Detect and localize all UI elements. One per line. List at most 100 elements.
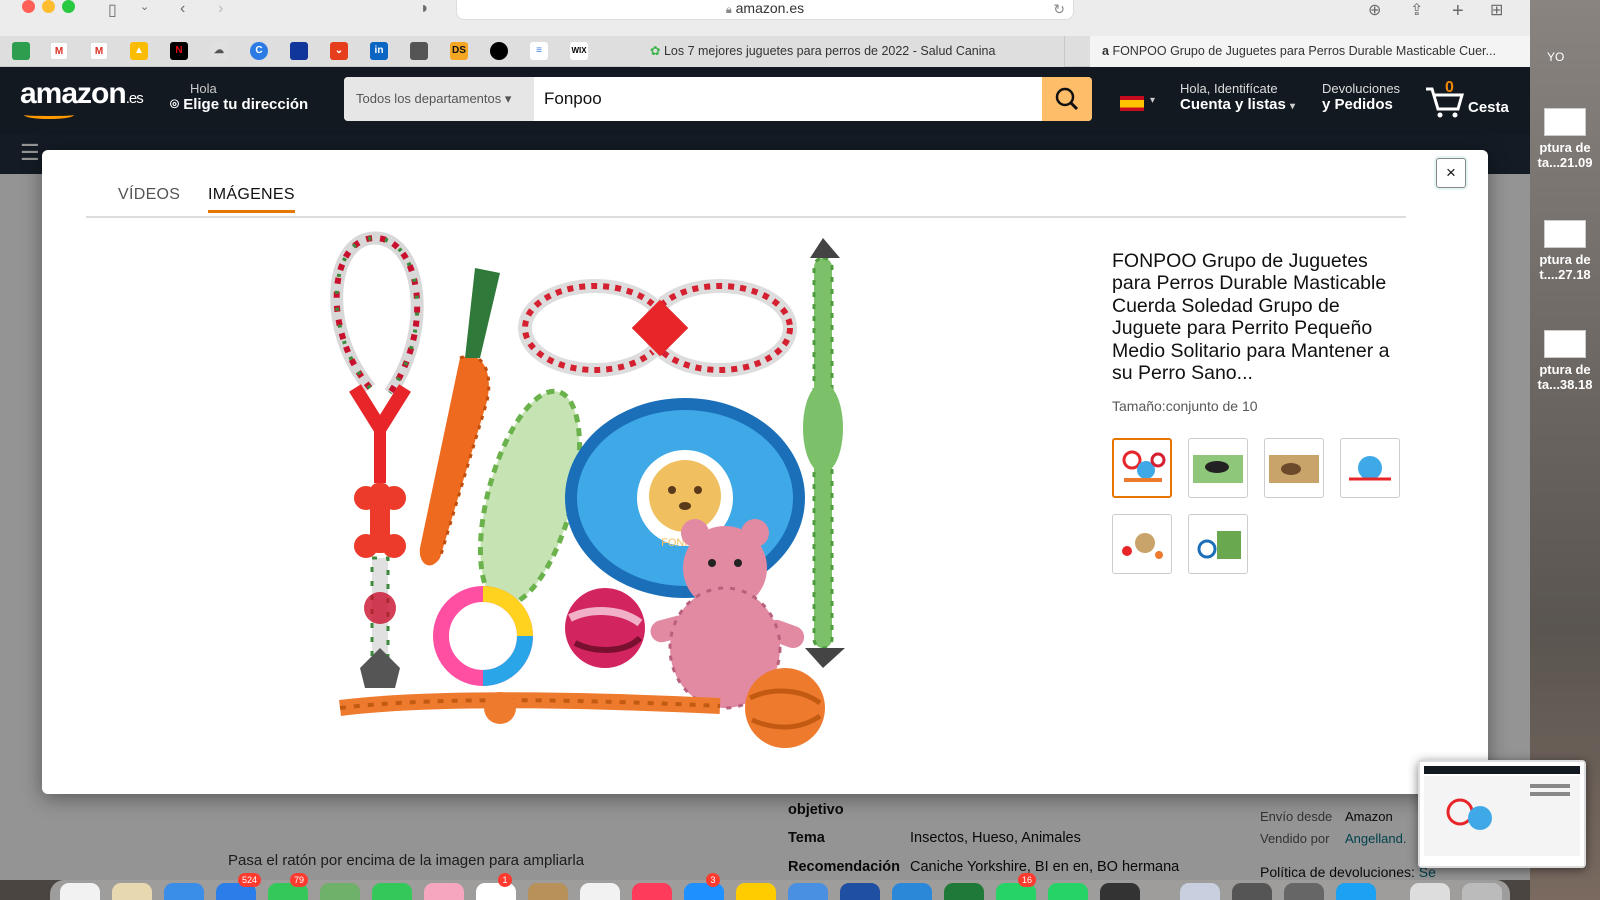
whatsapp-icon[interactable]: 16 — [996, 873, 1037, 900]
tab-salud-canina[interactable]: ✿ Los 7 mejores juguetes para perros de … — [640, 36, 1065, 67]
calendar-icon[interactable]: 1 — [476, 873, 516, 900]
amazon-favicon-icon: a — [1102, 44, 1109, 58]
bookmark-lines-icon[interactable]: ≡ — [530, 42, 548, 60]
address-label: Elige tu dirección — [183, 96, 309, 113]
location-pin-icon: ⌾ — [170, 96, 180, 113]
music-icon[interactable] — [632, 883, 672, 900]
linkedin-icon[interactable]: in — [370, 42, 388, 60]
trash-icon[interactable] — [1462, 883, 1502, 900]
bookmark-contacts-icon[interactable] — [12, 42, 30, 60]
amazon-logo[interactable]: amazon.es — [20, 77, 144, 111]
back-icon[interactable]: ‹ — [180, 0, 185, 18]
delivery-address[interactable]: Hola ⌾ Elige tu dirección — [170, 81, 308, 113]
desktop-file-2[interactable]: ptura de t....27.18 — [1530, 220, 1600, 282]
desktop-file-3[interactable]: ptura de ta...38.18 — [1530, 330, 1600, 392]
downloads-stack-icon[interactable] — [1410, 883, 1450, 900]
account-label: Cuenta y listas — [1180, 96, 1286, 113]
sidebar-icon[interactable]: ▯ — [108, 0, 117, 20]
circle-icon[interactable] — [490, 42, 508, 60]
c-logo-icon[interactable]: C — [250, 42, 268, 60]
file-name-line2: ta...38.18 — [1537, 377, 1593, 392]
contacts-icon[interactable] — [528, 883, 568, 900]
whatsapp-badge: 16 — [1018, 873, 1037, 887]
tab-title: FONPOO Grupo de Juguetes para Perros Dur… — [1112, 44, 1496, 58]
tab-images[interactable]: IMÁGENES — [208, 186, 295, 213]
drive-icon[interactable]: ▲ — [130, 42, 148, 60]
product-main-image[interactable]: FONPOO — [300, 228, 860, 763]
tab-title: Los 7 mejores juguetes para perros de 20… — [663, 44, 996, 58]
safari-icon[interactable] — [164, 883, 204, 900]
chevron-down-icon[interactable]: ⌄ — [140, 0, 149, 13]
share-icon[interactable]: ⇪ — [1410, 0, 1423, 20]
returns-line1: Devoluciones — [1322, 81, 1401, 96]
dock: 524 79 1 3 16 — [50, 873, 1510, 900]
maps-icon[interactable] — [320, 883, 360, 900]
zoom-icon[interactable] — [788, 883, 828, 900]
github-icon[interactable] — [1100, 883, 1140, 900]
reminders-icon[interactable] — [580, 883, 620, 900]
returns-orders[interactable]: Devoluciones y Pedidos — [1322, 81, 1400, 113]
forward-icon[interactable]: › — [218, 0, 223, 18]
tab-overview-icon[interactable]: ⊞ — [1490, 0, 1503, 20]
close-window-button[interactable] — [22, 0, 35, 13]
title-bar: ▯ ⌄ ‹ › ◗ 🔒︎ amazon.es ↻ ⊕ ⇪ + ⊞ — [0, 0, 1530, 36]
preview-icon[interactable] — [1180, 883, 1220, 900]
thumbnail-2[interactable] — [1188, 438, 1248, 498]
ds-icon[interactable]: DS — [450, 42, 468, 60]
close-button[interactable]: × — [1436, 158, 1466, 188]
amazon-smile-icon — [24, 111, 74, 119]
minimize-window-button[interactable] — [42, 0, 55, 13]
paw-icon: ✿ — [650, 44, 661, 58]
thumbnail-4[interactable] — [1340, 438, 1400, 498]
thumbnail-1[interactable] — [1112, 438, 1172, 498]
address-greeting: Hola — [190, 81, 217, 96]
maximize-window-button[interactable] — [62, 0, 75, 13]
file-name-line2: t....27.18 — [1539, 267, 1591, 282]
stickies-icon[interactable] — [736, 883, 776, 900]
excel-icon[interactable] — [944, 883, 984, 900]
thumbnail-frisbee-image — [1349, 456, 1391, 481]
spain-flag-icon[interactable] — [1120, 96, 1144, 111]
desktop-file-1[interactable]: ptura de ta...21.09 — [1530, 108, 1600, 170]
finder-icon[interactable] — [60, 883, 100, 900]
file-name-line1: ptura de — [1539, 140, 1591, 155]
cloud-icon[interactable]: ☁ — [210, 42, 228, 60]
messages-icon[interactable]: 79 — [268, 873, 309, 900]
file-name-line1: ptura de — [1539, 252, 1591, 267]
search-department-select[interactable]: Todos los departamentos ▾ — [344, 77, 534, 121]
new-tab-icon[interactable]: + — [1452, 0, 1464, 23]
shield-icon[interactable]: ◗ — [420, 0, 430, 18]
search-button[interactable] — [1042, 77, 1092, 121]
mail-icon[interactable]: 524 — [216, 873, 262, 900]
screenshot-preview-thumbnail[interactable] — [1418, 760, 1586, 868]
search-input[interactable] — [534, 77, 1044, 121]
gmail-icon[interactable]: M — [90, 42, 108, 60]
thumbnail-3[interactable] — [1264, 438, 1324, 498]
bookmark-blue-icon[interactable] — [290, 42, 308, 60]
tab-videos[interactable]: VÍDEOS — [118, 186, 180, 210]
account-menu[interactable]: Hola, Identifícate Cuenta y listas ▾ — [1180, 81, 1295, 113]
thumbnail-outdoor-image — [1197, 531, 1241, 559]
facetime-icon[interactable] — [372, 883, 412, 900]
whatsapp-business-icon[interactable] — [1048, 883, 1088, 900]
notes-icon[interactable] — [112, 883, 152, 900]
bookmark-red-icon[interactable]: ⌄ — [330, 42, 348, 60]
address-bar[interactable]: 🔒︎ amazon.es ↻ — [456, 0, 1074, 20]
twitter-icon[interactable] — [1336, 883, 1376, 900]
word-icon[interactable] — [840, 883, 880, 900]
gmail-icon[interactable]: M — [50, 42, 68, 60]
settings-icon[interactable] — [1232, 883, 1272, 900]
reload-icon[interactable]: ↻ — [1053, 1, 1065, 17]
photos-icon[interactable] — [424, 883, 464, 900]
utility-icon[interactable] — [1284, 883, 1324, 900]
netflix-icon[interactable]: N — [170, 42, 188, 60]
thumbnail-5[interactable] — [1112, 514, 1172, 574]
thumbnail-6[interactable] — [1188, 514, 1248, 574]
wix-icon[interactable]: WIX — [570, 42, 588, 60]
search-icon — [1055, 87, 1079, 111]
outlook-icon[interactable] — [892, 883, 932, 900]
tab-amazon-product[interactable]: a FONPOO Grupo de Juguetes para Perros D… — [1090, 36, 1530, 67]
download-icon[interactable]: ⊕ — [1368, 0, 1381, 20]
app-store-icon[interactable]: 3 — [684, 873, 724, 900]
bookmark-calc-icon[interactable] — [410, 42, 428, 60]
